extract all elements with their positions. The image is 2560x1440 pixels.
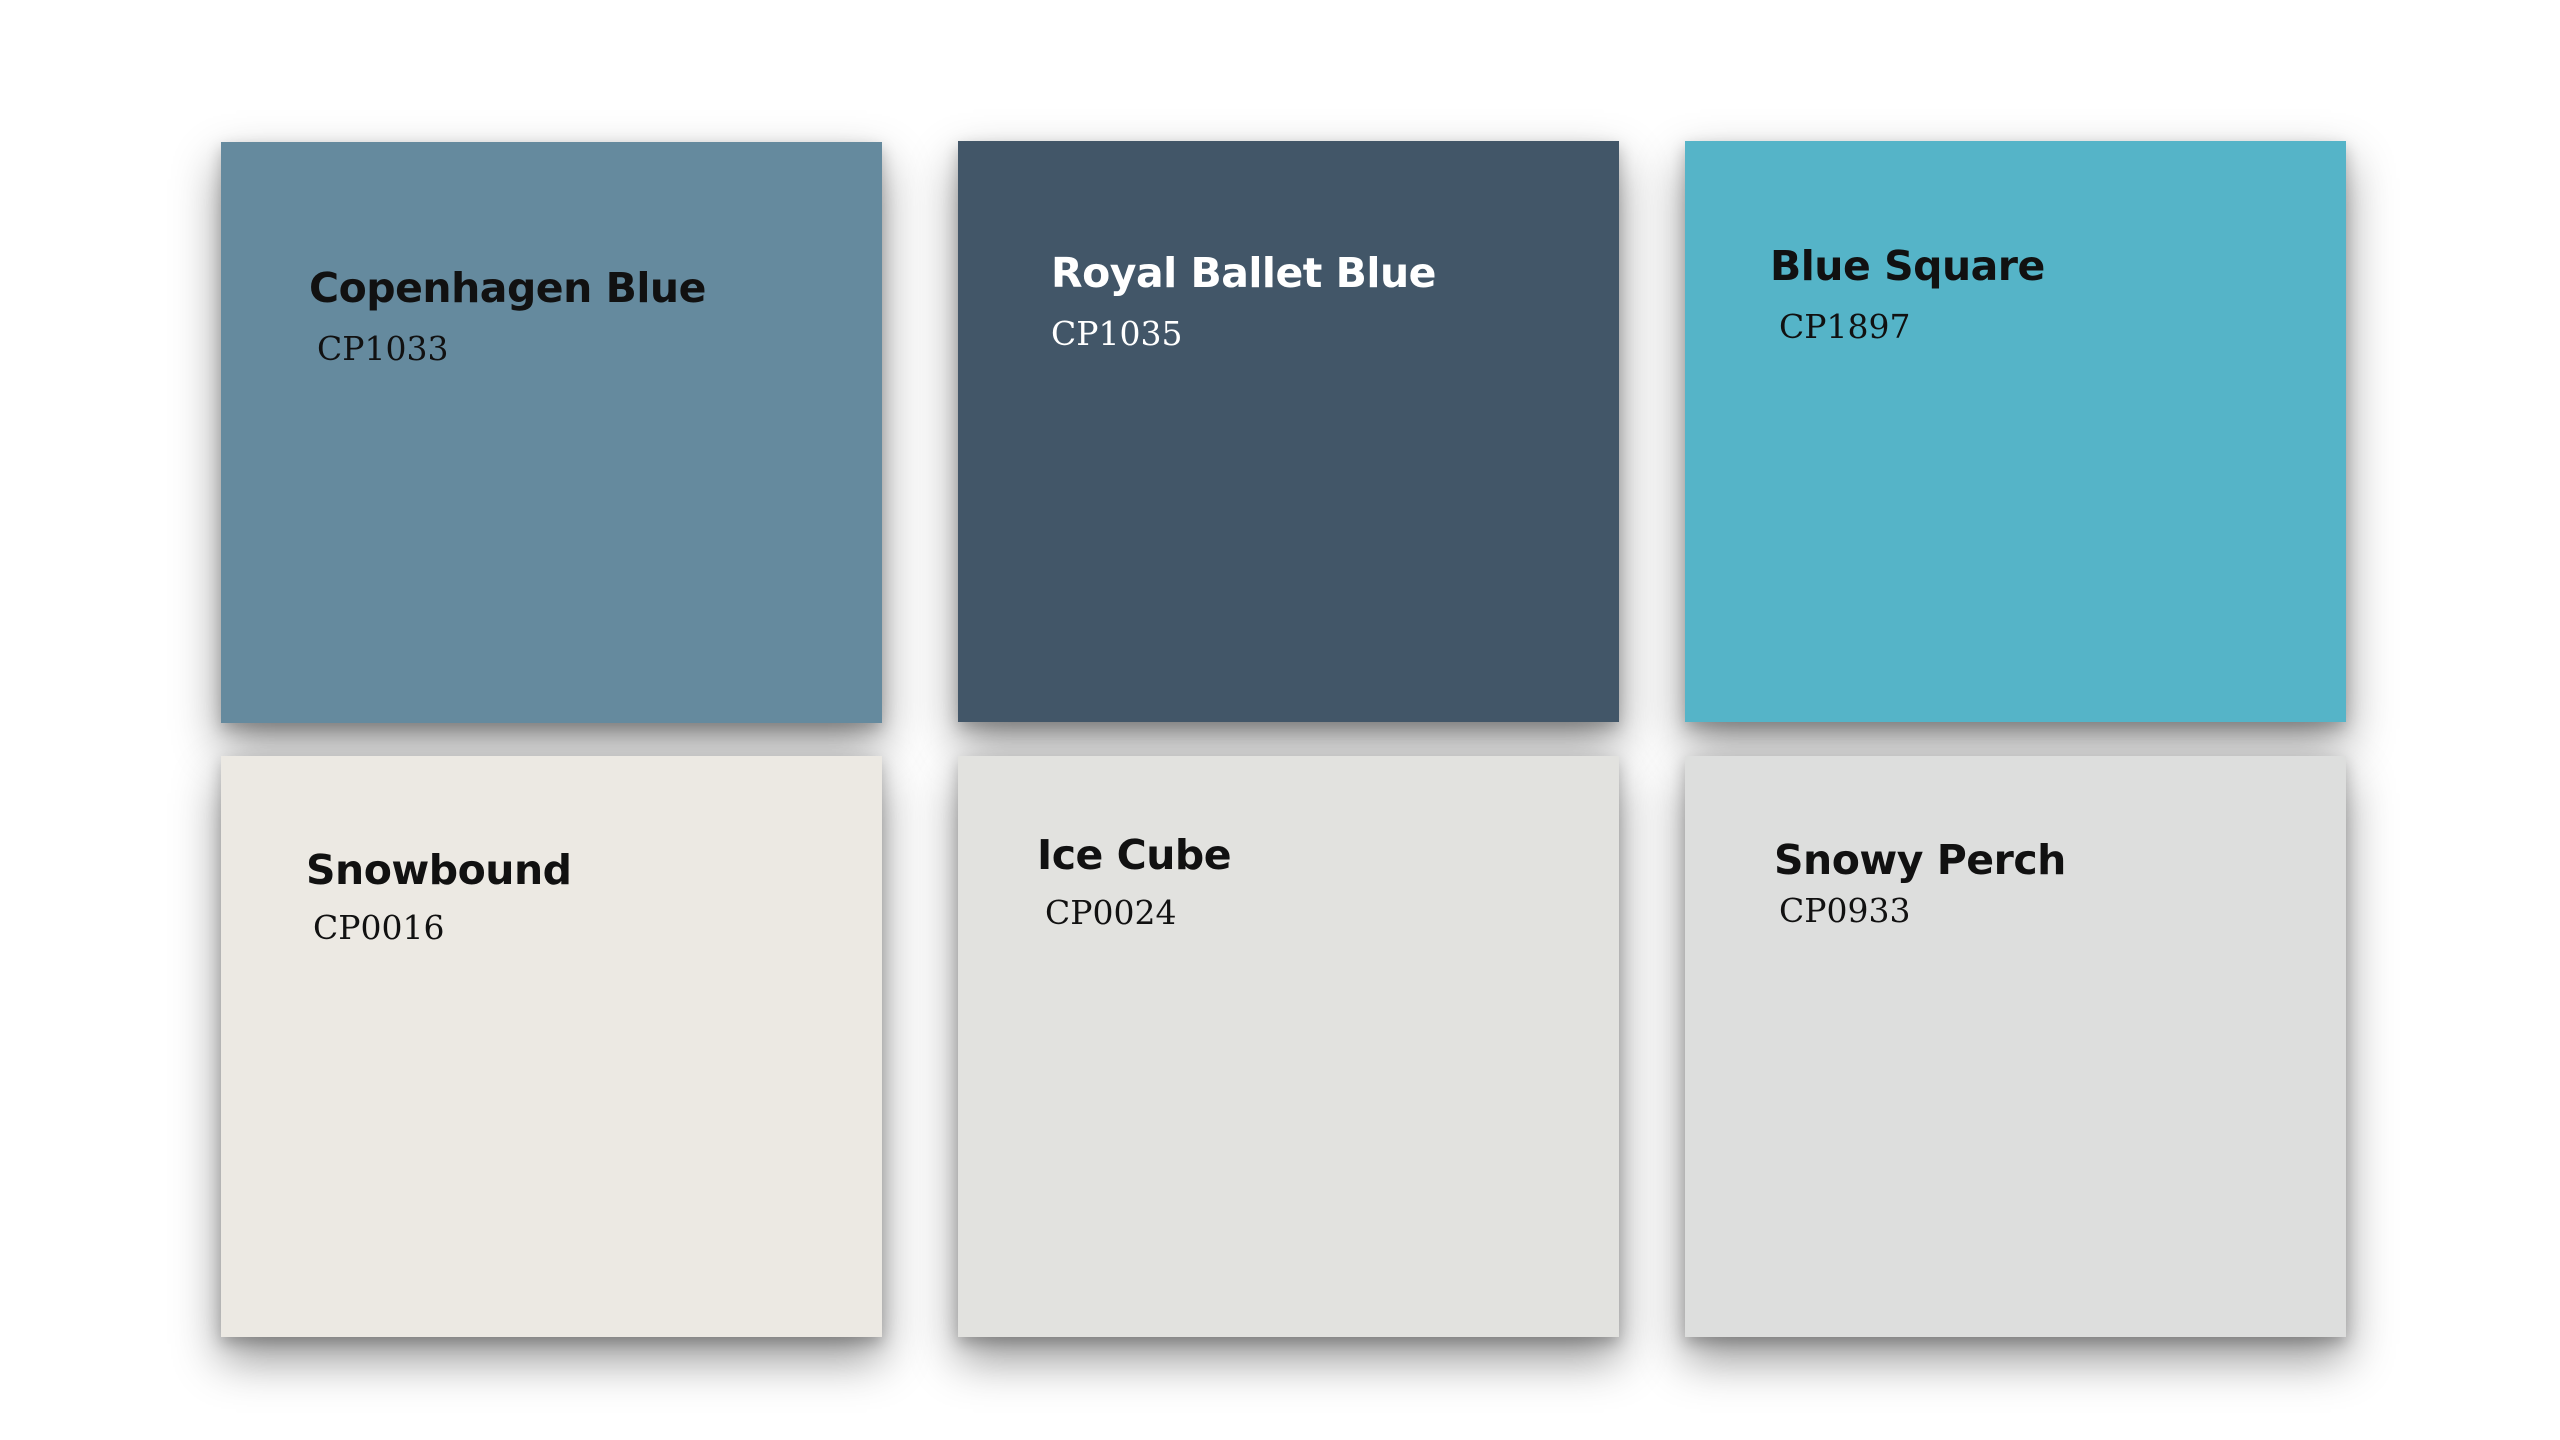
swatch-name: Royal Ballet Blue [1051,249,1436,297]
swatch-name: Ice Cube [1037,831,1232,879]
swatch-name: Blue Square [1770,242,2045,290]
swatch-code: CP0024 [1045,893,1177,932]
swatch-copenhagen-blue[interactable]: Copenhagen Blue CP1033 [221,142,882,723]
swatch-board: Copenhagen Blue CP1033 Royal Ballet Blue… [0,0,2560,1440]
swatch-code: CP0933 [1779,891,1911,930]
swatch-ice-cube[interactable]: Ice Cube CP0024 [958,756,1619,1337]
swatch-code: CP1035 [1051,314,1183,353]
swatch-code: CP1897 [1779,307,1911,346]
swatch-royal-ballet-blue[interactable]: Royal Ballet Blue CP1035 [958,141,1619,722]
swatch-name: Snowbound [306,846,572,894]
swatch-name: Copenhagen Blue [309,264,706,312]
swatch-code: CP0016 [313,908,445,947]
swatch-code: CP1033 [317,329,449,368]
swatch-snowy-perch[interactable]: Snowy Perch CP0933 [1685,756,2346,1337]
swatch-snowbound[interactable]: Snowbound CP0016 [221,756,882,1337]
swatch-blue-square[interactable]: Blue Square CP1897 [1685,141,2346,722]
swatch-name: Snowy Perch [1774,836,2066,884]
